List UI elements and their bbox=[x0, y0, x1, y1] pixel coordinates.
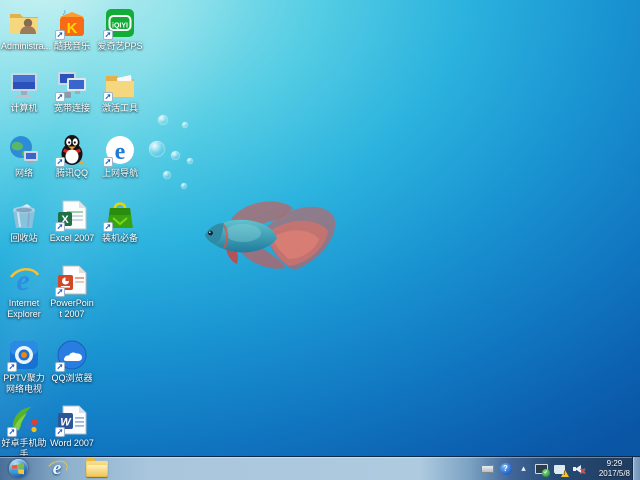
taskbar-internet-explorer-button[interactable]: e bbox=[40, 457, 74, 480]
icon-label: 腾讯QQ bbox=[55, 168, 88, 178]
qq-browser-icon: ➚ bbox=[55, 338, 89, 372]
icon-label: Excel 2007 bbox=[49, 233, 95, 243]
shortcut-arrow-icon: ➚ bbox=[103, 222, 113, 232]
kuwo-music-icon: K ♪ ➚ bbox=[55, 6, 89, 40]
start-button[interactable] bbox=[5, 457, 31, 480]
icon-label: QQ浏览器 bbox=[51, 373, 93, 383]
icon-label: PowerPoint 2007 bbox=[50, 298, 94, 319]
bubble bbox=[187, 158, 193, 164]
icon-label: 爱奇艺PPS bbox=[97, 41, 143, 51]
desktop-icon-internet-explorer[interactable]: e Internet Explorer bbox=[1, 263, 47, 320]
svg-text:K: K bbox=[67, 20, 78, 37]
shortcut-arrow-icon: ➚ bbox=[103, 92, 113, 102]
help-question-icon[interactable]: ? bbox=[499, 462, 512, 475]
taskbar-file-explorer-button[interactable] bbox=[80, 457, 114, 480]
shortcut-arrow-icon: ➚ bbox=[55, 30, 65, 40]
svg-text:♪: ♪ bbox=[62, 7, 67, 17]
desktop-icon-activation-tools[interactable]: ➚ 激活工具 bbox=[97, 68, 143, 114]
desktop-icon-phone-assistant[interactable]: ➚ 好卓手机助手 bbox=[1, 403, 47, 460]
icon-label: 计算机 bbox=[10, 103, 38, 113]
computer-icon bbox=[7, 68, 41, 102]
clock-time: 9:29 bbox=[606, 458, 623, 468]
taskbar-clock[interactable]: 9:29 2017/5/8 bbox=[599, 457, 630, 480]
desktop-icon-tencent-qq[interactable]: ➚ 腾讯QQ bbox=[49, 133, 95, 179]
bubble bbox=[149, 141, 165, 157]
recycle-bin-icon bbox=[7, 198, 41, 232]
powerpoint-icon: ➚ bbox=[55, 263, 89, 297]
betta-fish-wallpaper bbox=[197, 191, 339, 277]
shortcut-arrow-icon: ➚ bbox=[103, 30, 113, 40]
taskbar: e ? ▴ ✓ ✕ 9:29 2017/5/8 bbox=[0, 456, 640, 480]
bubble bbox=[163, 171, 171, 179]
desktop-icon-web-navigation[interactable]: e ➚ 上网导航 bbox=[97, 133, 143, 179]
shortcut-arrow-icon: ➚ bbox=[7, 427, 17, 437]
internet-explorer-icon: e bbox=[7, 263, 41, 297]
broadband-connection-icon: ➚ bbox=[55, 68, 89, 102]
shortcut-arrow-icon: ➚ bbox=[55, 362, 65, 372]
desktop-icon-computer[interactable]: 计算机 bbox=[1, 68, 47, 114]
folder-icon bbox=[86, 457, 108, 477]
system-tray: ? ▴ ✓ ✕ bbox=[481, 457, 586, 480]
shortcut-arrow-icon: ➚ bbox=[55, 427, 65, 437]
icon-label: Word 2007 bbox=[50, 438, 94, 448]
bubble bbox=[171, 151, 180, 160]
show-hidden-icons-button[interactable]: ▴ bbox=[517, 462, 530, 475]
icon-label: Internet Explorer bbox=[7, 298, 41, 319]
windows-logo-icon bbox=[8, 459, 28, 478]
bubble bbox=[181, 183, 187, 189]
icon-label: 酷我音乐 bbox=[53, 41, 90, 51]
bubble bbox=[158, 115, 168, 125]
pptv-icon: ➚ bbox=[7, 338, 41, 372]
shortcut-arrow-icon: ➚ bbox=[55, 287, 65, 297]
shortcut-arrow-icon: ➚ bbox=[55, 222, 65, 232]
bubble bbox=[182, 122, 188, 128]
icon-label: 回收站 bbox=[10, 233, 38, 243]
shortcut-arrow-icon: ➚ bbox=[55, 92, 65, 102]
phone-assistant-icon: ➚ bbox=[7, 403, 41, 437]
desktop-icon-broadband-connection[interactable]: ➚ 宽带连接 bbox=[49, 68, 95, 114]
clock-date: 2017/5/8 bbox=[598, 468, 630, 478]
word-icon: W ➚ bbox=[55, 403, 89, 437]
icon-label: PPTV聚力 网络电视 bbox=[3, 373, 45, 394]
icon-label: 宽带连接 bbox=[53, 103, 90, 113]
desktop-icon-essential-software[interactable]: ➚ 装机必备 bbox=[97, 198, 143, 244]
icon-label: 上网导航 bbox=[101, 168, 138, 178]
desktop-icon-network[interactable]: 网络 bbox=[1, 133, 47, 179]
network-globe-icon bbox=[7, 133, 41, 167]
desktop-icon-qq-browser[interactable]: ➚ QQ浏览器 bbox=[49, 338, 95, 384]
shopping-bag-icon: ➚ bbox=[103, 198, 137, 232]
svg-text:e: e bbox=[115, 139, 126, 165]
desktop-icon-word-2007[interactable]: W ➚ Word 2007 bbox=[49, 403, 95, 449]
desktop-icon-pptv[interactable]: ➚ PPTV聚力 网络电视 bbox=[1, 338, 47, 395]
desktop-icon-iqiyi-pps[interactable]: iQIYI ➚ 爱奇艺PPS bbox=[97, 6, 143, 52]
icon-label: 网络 bbox=[14, 168, 33, 178]
icon-label: 装机必备 bbox=[101, 233, 138, 243]
shortcut-arrow-icon: ➚ bbox=[7, 362, 17, 372]
desktop-icon-administrator-folder[interactable]: Administra... bbox=[1, 6, 52, 52]
desktop-icon-kuwo-music[interactable]: K ♪ ➚ 酷我音乐 bbox=[49, 6, 95, 52]
icon-label: Administra... bbox=[1, 41, 52, 51]
security-status-icon[interactable]: ✓ bbox=[535, 462, 550, 477]
svg-text:iQIYI: iQIYI bbox=[112, 23, 128, 30]
ie-swoosh-icon bbox=[45, 458, 70, 479]
input-method-keyboard-icon[interactable] bbox=[481, 462, 494, 475]
e-navigation-icon: e ➚ bbox=[103, 133, 137, 167]
show-desktop-button[interactable] bbox=[632, 457, 640, 480]
desktop: Administra... K ♪ ➚ 酷我音乐 iQIYI ➚ 爱奇艺PPS … bbox=[0, 0, 640, 480]
iqiyi-icon: iQIYI ➚ bbox=[103, 6, 137, 40]
shortcut-arrow-icon: ➚ bbox=[55, 157, 65, 167]
desktop-icon-recycle-bin[interactable]: 回收站 bbox=[1, 198, 47, 244]
shortcut-arrow-icon: ➚ bbox=[103, 157, 113, 167]
network-status-warning-icon[interactable] bbox=[553, 462, 569, 477]
excel-icon: X ➚ bbox=[55, 198, 89, 232]
qq-penguin-icon: ➚ bbox=[55, 133, 89, 167]
tools-folder-icon: ➚ bbox=[103, 68, 137, 102]
volume-muted-icon[interactable]: ✕ bbox=[571, 462, 586, 476]
desktop-icon-excel-2007[interactable]: X ➚ Excel 2007 bbox=[49, 198, 95, 244]
desktop-icon-powerpoint-2007[interactable]: ➚ PowerPoint 2007 bbox=[49, 263, 95, 320]
icon-label: 激活工具 bbox=[101, 103, 138, 113]
user-folder-icon bbox=[7, 6, 41, 40]
